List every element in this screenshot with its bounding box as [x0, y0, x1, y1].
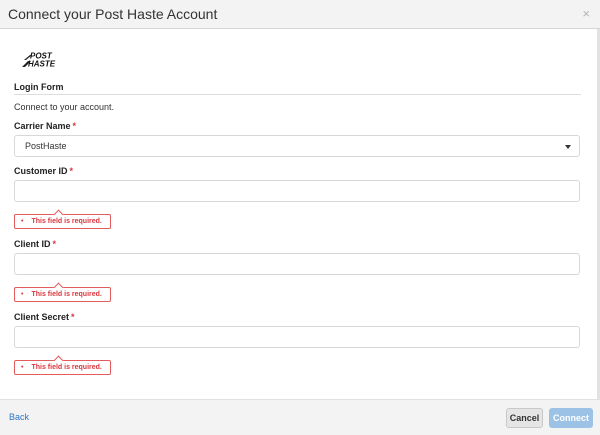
- close-icon[interactable]: ×: [582, 6, 590, 21]
- error-text: This field is required.: [31, 364, 102, 371]
- customer-id-label-text: Customer ID: [14, 166, 68, 176]
- customer-id-error: • This field is required.: [14, 214, 111, 229]
- dialog-header: Connect your Post Haste Account ×: [0, 0, 600, 29]
- error-text: This field is required.: [31, 218, 102, 225]
- customer-id-label: Customer ID *: [14, 166, 73, 176]
- carrier-name-select[interactable]: PostHaste: [14, 135, 580, 157]
- error-bullet: •: [21, 218, 24, 225]
- required-asterisk: *: [71, 312, 75, 322]
- connect-account-dialog: Connect your Post Haste Account × POST H…: [0, 0, 600, 435]
- section-title: Login Form: [14, 82, 64, 92]
- client-secret-label-text: Client Secret: [14, 312, 70, 322]
- dialog-footer: Back Cancel Connect: [0, 399, 600, 435]
- error-bullet: •: [21, 291, 24, 298]
- chevron-down-icon: [565, 145, 571, 149]
- client-id-label: Client ID *: [14, 239, 56, 249]
- client-id-field[interactable]: [14, 253, 580, 275]
- client-secret-field[interactable]: [14, 326, 580, 348]
- logo-text-bottom: HASTE: [28, 60, 56, 69]
- required-asterisk: *: [72, 121, 77, 131]
- customer-id-field[interactable]: [14, 180, 580, 202]
- form-intro-text: Connect to your account.: [14, 102, 115, 112]
- error-bullet: •: [21, 364, 24, 371]
- post-haste-logo: POST HASTE: [22, 52, 56, 69]
- client-secret-label: Client Secret *: [14, 312, 75, 322]
- cancel-button[interactable]: Cancel: [506, 408, 543, 428]
- error-text: This field is required.: [31, 291, 102, 298]
- carrier-name-label: Carrier Name *: [14, 121, 76, 131]
- client-id-error: • This field is required.: [14, 287, 111, 302]
- carrier-name-label-text: Carrier Name: [14, 121, 71, 131]
- carrier-name-selected-value: PostHaste: [25, 141, 67, 151]
- connect-button[interactable]: Connect: [549, 408, 593, 428]
- back-link[interactable]: Back: [9, 412, 29, 422]
- required-asterisk: *: [52, 239, 57, 249]
- client-id-label-text: Client ID: [14, 239, 51, 249]
- section-divider: [14, 94, 581, 95]
- required-asterisk: *: [69, 166, 74, 176]
- client-secret-error: • This field is required.: [14, 360, 111, 375]
- dialog-title: Connect your Post Haste Account: [8, 6, 218, 22]
